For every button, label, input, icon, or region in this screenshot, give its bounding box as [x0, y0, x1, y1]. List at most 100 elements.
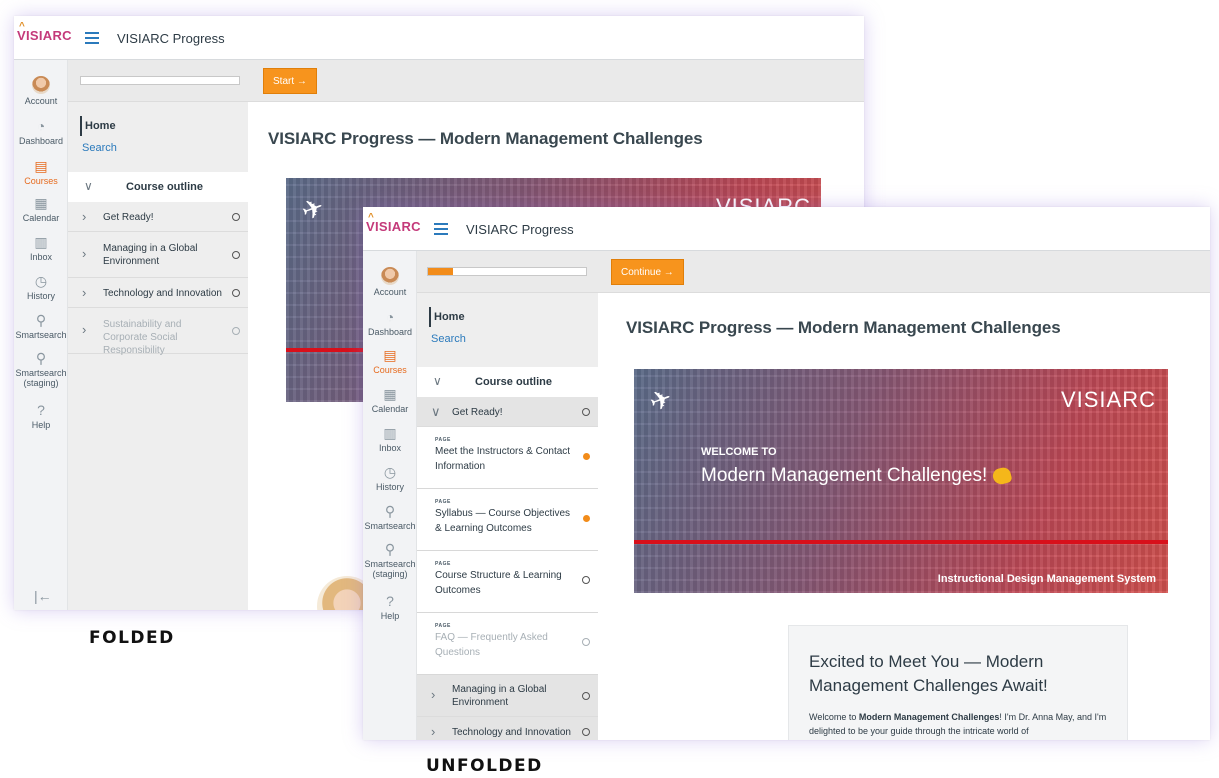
chevron-right-icon: › [82, 322, 87, 337]
search-link[interactable]: Search [82, 142, 117, 154]
dashboard-icon: ◔ [36, 118, 46, 134]
nav-inbox[interactable]: ▥ Inbox [363, 425, 417, 453]
module-get-ready-expanded[interactable]: ∨ Get Ready! [417, 397, 598, 427]
global-nav: Account ◔ Dashboard ▤ Courses ▦ Calendar ▥ I… [14, 60, 68, 610]
page-item[interactable]: PAGE FAQ — Frequently Asked Questions [417, 613, 598, 675]
history-icon: ◷ [34, 273, 48, 289]
nav-courses[interactable]: ▤ Courses [363, 347, 417, 375]
status-ring-icon [582, 728, 590, 736]
nav-dashboard[interactable]: ◔ Dashboard [363, 309, 417, 337]
status-ring-icon [232, 289, 240, 297]
nav-help[interactable]: ? Help [14, 402, 68, 430]
courses-icon: ▤ [383, 347, 397, 363]
chevron-right-icon: › [82, 209, 87, 224]
welcome-card-title: Excited to Meet You — Modern Management … [809, 652, 1048, 695]
visiarc-logo: ^ VISIARC [17, 21, 72, 43]
visiarc-logo: ^ VISIARC [366, 212, 421, 234]
status-ring-icon [232, 213, 240, 221]
history-icon: ◷ [383, 464, 397, 480]
welcome-card: Excited to Meet You — Modern Management … [788, 625, 1128, 740]
plane-logo-icon: ✈ [297, 191, 329, 227]
unfolded-screenshot: ^ VISIARC VISIARC Progress Account ◔ Dashb… [363, 207, 1210, 740]
top-bar: ^ VISIARC VISIARC Progress [14, 16, 864, 60]
hamburger-menu-icon[interactable] [85, 32, 99, 44]
nav-history[interactable]: ◷ History [14, 273, 68, 301]
status-ring-icon [582, 408, 590, 416]
hero-heading: Modern Management Challenges! [701, 465, 1013, 487]
search-icon: ⚲ [384, 541, 396, 557]
inbox-icon: ▥ [383, 425, 397, 441]
page-item[interactable]: PAGE Course Structure & Learning Outcome… [417, 551, 598, 613]
waving-hand-icon [991, 465, 1013, 487]
calendar-icon: ▦ [383, 386, 397, 402]
page-title: VISIARC Progress — Modern Management Cha… [268, 129, 703, 148]
page-title: VISIARC Progress — Modern Management Cha… [626, 318, 1061, 337]
course-sidebar: Home Search ∨ Course outline › Get Ready… [68, 102, 248, 610]
hamburger-menu-icon[interactable] [434, 223, 448, 235]
progress-bar [80, 76, 240, 85]
help-icon: ? [37, 402, 45, 418]
page-item[interactable]: PAGE Syllabus — Course Objectives & Lear… [417, 489, 598, 551]
app-title: VISIARC Progress [117, 31, 225, 46]
continue-button[interactable]: Continue → [611, 259, 684, 285]
in-progress-dot-icon [583, 515, 590, 522]
nav-calendar[interactable]: ▦ Calendar [363, 386, 417, 414]
nav-history[interactable]: ◷ History [363, 464, 417, 492]
search-link[interactable]: Search [431, 333, 466, 345]
hero-tagline: Instructional Design Management System [937, 573, 1156, 585]
course-outline-toggle[interactable]: ∨ Course outline [68, 172, 248, 202]
module-sustainability[interactable]: › Sustainability and Corporate Social Re… [68, 308, 248, 356]
chevron-down-icon: ∨ [433, 374, 442, 388]
hero-red-line [634, 540, 1168, 544]
inbox-icon: ▥ [34, 234, 48, 250]
progress-bar [427, 267, 587, 276]
course-outline-toggle[interactable]: ∨ Course outline [417, 367, 598, 397]
app-title: VISIARC Progress [466, 222, 574, 237]
search-icon: ⚲ [35, 350, 47, 366]
module-get-ready[interactable]: › Get Ready! [68, 202, 248, 232]
hero-banner: ✈ VISIARC WELCOME TO Modern Management C… [634, 369, 1168, 593]
chevron-right-icon: › [431, 724, 436, 739]
caption-folded: FOLDED [89, 628, 175, 648]
nav-account[interactable]: Account [14, 76, 68, 106]
home-link[interactable]: Home [80, 116, 116, 136]
status-ring-icon [582, 576, 590, 584]
module-technology-innovation[interactable]: › Technology and Innovation [417, 717, 598, 740]
nav-smartsearch[interactable]: ⚲ Smartsearch [14, 312, 68, 340]
in-progress-dot-icon [583, 453, 590, 460]
nav-account[interactable]: Account [363, 267, 417, 297]
start-button[interactable]: Start → [263, 68, 317, 94]
avatar [381, 267, 399, 285]
nav-calendar[interactable]: ▦ Calendar [14, 195, 68, 223]
status-ring-icon [232, 251, 240, 259]
calendar-icon: ▦ [34, 195, 48, 211]
home-link[interactable]: Home [429, 307, 465, 327]
courses-icon: ▤ [34, 158, 48, 174]
chevron-right-icon: › [431, 687, 436, 702]
chevron-right-icon: › [82, 246, 87, 261]
avatar [32, 76, 50, 94]
module-global-environment[interactable]: › Managing in a Global Environment [68, 232, 248, 278]
status-ring-icon [232, 327, 240, 335]
course-sidebar: Home Search ∨ Course outline ∨ Get Ready… [417, 293, 598, 740]
dashboard-icon: ◔ [385, 309, 395, 325]
nav-smartsearch[interactable]: ⚲ Smartsearch [363, 503, 417, 531]
chevron-down-icon: ∨ [431, 404, 441, 419]
nav-dashboard[interactable]: ◔ Dashboard [14, 118, 68, 146]
nav-smartsearch-staging[interactable]: ⚲ Smartsearch (staging) [14, 350, 68, 388]
page-item[interactable]: PAGE Meet the Instructors & Contact Info… [417, 427, 598, 489]
top-bar: ^ VISIARC VISIARC Progress [363, 207, 1210, 251]
caption-unfolded: UNFOLDED [426, 756, 543, 776]
module-technology-innovation[interactable]: › Technology and Innovation [68, 278, 248, 308]
hero-welcome: WELCOME TO [701, 446, 777, 458]
plane-logo-icon: ✈ [645, 382, 677, 418]
nav-inbox[interactable]: ▥ Inbox [14, 234, 68, 262]
hero-logo: VISIARC [1060, 387, 1156, 412]
status-ring-icon [582, 692, 590, 700]
module-global-environment[interactable]: › Managing in a Global Environment [417, 675, 598, 717]
welcome-card-body: Welcome to Modern Management Challenges!… [809, 712, 1107, 736]
nav-help[interactable]: ? Help [363, 593, 417, 621]
nav-smartsearch-staging[interactable]: ⚲ Smartsearch (staging) [363, 541, 417, 579]
nav-courses[interactable]: ▤ Courses [14, 158, 68, 186]
collapse-nav-icon[interactable]: |← [34, 588, 52, 604]
